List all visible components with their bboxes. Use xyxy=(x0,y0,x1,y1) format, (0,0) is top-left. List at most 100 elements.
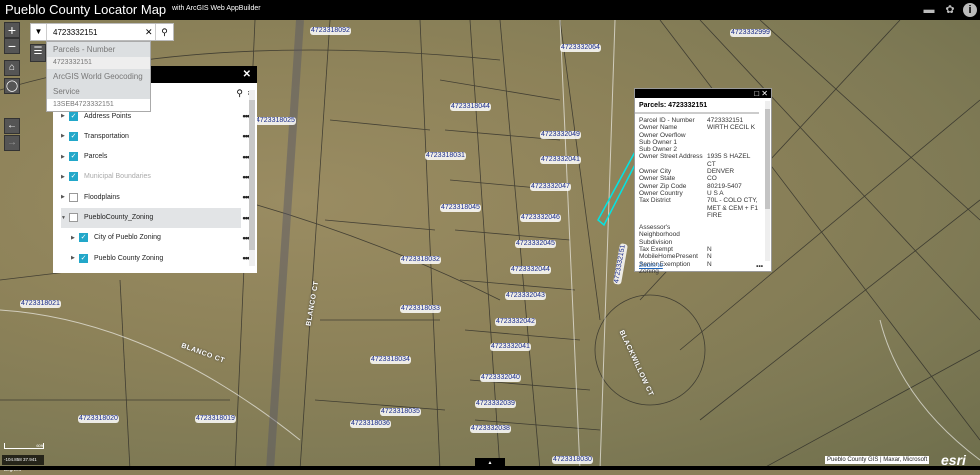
basemap-gallery-icon[interactable]: ✿ xyxy=(943,3,957,17)
field-name: Parcel ID - Number xyxy=(639,117,695,124)
zoom-to-link[interactable]: Zoom to xyxy=(639,262,663,269)
field-value: U S A xyxy=(707,189,724,197)
parcel-label: 4723318036 xyxy=(350,420,391,428)
layer-checkbox[interactable]: ✓ xyxy=(69,152,78,162)
popup-field: Tax Exempt N xyxy=(635,246,771,253)
layer-label: City of Pueblo Zoning xyxy=(94,234,161,242)
close-icon[interactable]: ✕ xyxy=(761,89,768,98)
field-value xyxy=(707,139,759,146)
popup-field: Owner City DENVER xyxy=(635,168,771,175)
field-name: Tax District xyxy=(639,197,671,205)
field-name: Owner Country xyxy=(639,189,683,197)
field-name: MobileHomePresent xyxy=(639,253,698,261)
field-name: Tax Exempt xyxy=(639,246,673,254)
layer-checkbox[interactable] xyxy=(69,192,78,202)
parcel-label: 4723332999 xyxy=(730,29,771,37)
caret-right-icon[interactable]: ▶ xyxy=(71,255,79,261)
suggestion-group-header: Service xyxy=(47,84,150,99)
scrollbar[interactable] xyxy=(765,101,770,261)
field-name: Sub Owner 2 xyxy=(639,146,677,154)
layer-label: Municipal Boundaries xyxy=(84,173,151,181)
caret-right-icon[interactable]: ▶ xyxy=(61,154,69,160)
field-name: Sub Owner 1 xyxy=(639,138,677,146)
app-header: Pueblo County Locator Map with ArcGIS We… xyxy=(0,0,980,20)
field-name: Assessor's Neighborhood xyxy=(639,224,680,239)
layer-label: Pueblo County Zoning xyxy=(94,254,164,262)
search-widget: ▼ ✕ ⚲ xyxy=(30,23,174,41)
search-suggestions: Parcels - Number 4723332151 ArcGIS World… xyxy=(46,41,151,112)
popup-field: MobileHomePresent N xyxy=(635,253,771,260)
locate-button[interactable]: ◯ xyxy=(4,78,20,94)
field-name: Owner Street Address xyxy=(639,153,703,161)
search-button[interactable]: ⚲ xyxy=(155,24,173,40)
parcel-label: 4723318020 xyxy=(78,415,119,423)
parcel-label: 4723332040 xyxy=(480,374,521,382)
zoom-out-button[interactable]: − xyxy=(4,38,20,54)
close-icon[interactable]: ✕ xyxy=(243,69,251,80)
home-button[interactable]: ⌂ xyxy=(4,60,20,76)
field-name: Owner Zip Code xyxy=(639,182,687,190)
layer-item[interactable]: ▶ ✓ City of Pueblo Zoning ••• xyxy=(61,228,250,248)
popup-field: Owner Street Address 1935 S HAZEL CT xyxy=(635,153,771,168)
layer-checkbox[interactable]: ✓ xyxy=(79,253,88,263)
parcel-label: 4723332064 xyxy=(560,44,601,52)
field-value xyxy=(707,268,759,275)
field-name: Zoning xyxy=(639,267,659,275)
scrollbar[interactable] xyxy=(249,90,255,266)
caret-right-icon[interactable]: ▶ xyxy=(71,235,79,241)
field-value: N xyxy=(707,246,712,254)
zoom-in-button[interactable]: + xyxy=(4,22,20,38)
layer-checkbox[interactable]: ✓ xyxy=(79,233,88,243)
field-value xyxy=(707,132,759,139)
more-icon[interactable]: ••• xyxy=(756,263,763,270)
coordinate-readout: -104.858 37.941 Degrees xyxy=(2,455,44,472)
caret-right-icon[interactable]: ▶ xyxy=(61,133,69,139)
field-name: Subdivision xyxy=(639,238,673,246)
field-value xyxy=(707,146,759,153)
layer-item[interactable]: ▶ ✓ Municipal Boundaries ••• xyxy=(61,167,250,187)
suggestion-item[interactable]: 13SEB4723332151 xyxy=(47,99,150,111)
layer-item[interactable]: ▶ Floodplains ••• xyxy=(61,187,250,207)
previous-extent-button[interactable]: ← xyxy=(4,118,20,134)
parcel-label: 4723318032 xyxy=(400,256,441,264)
field-value: CO xyxy=(707,175,717,183)
maximize-icon[interactable]: □ xyxy=(754,89,759,98)
caret-right-icon[interactable]: ▶ xyxy=(61,113,69,119)
field-value xyxy=(707,224,759,239)
popup-field: Zoning xyxy=(635,268,771,275)
layer-item[interactable]: ▶ ✓ Pueblo County Zoning ••• xyxy=(61,248,250,268)
layer-checkbox[interactable]: ✓ xyxy=(69,131,78,141)
next-extent-button[interactable]: → xyxy=(4,135,20,151)
parcel-label: 4723318031 xyxy=(425,152,466,160)
parcel-label: 4723318030 xyxy=(552,456,593,464)
layer-item[interactable]: ▶ ✓ Parcels ••• xyxy=(61,147,250,167)
parcel-label: 4723332041 xyxy=(540,156,581,164)
layer-checkbox[interactable] xyxy=(69,213,78,222)
layer-checkbox[interactable]: ✓ xyxy=(69,111,78,121)
caret-right-icon[interactable]: ▶ xyxy=(61,174,69,180)
layer-checkbox[interactable]: ✓ xyxy=(69,172,78,182)
clear-search-icon[interactable]: ✕ xyxy=(145,24,155,40)
search-input[interactable] xyxy=(47,24,145,40)
suggestion-group-header: ArcGIS World Geocoding xyxy=(47,69,150,84)
field-value: 70L - COLO CTY, MET & CEM + F1 FIRE xyxy=(707,197,758,219)
caret-right-icon[interactable]: ▶ xyxy=(61,194,69,200)
layer-label: Parcels xyxy=(84,153,108,161)
parcel-label: 4723318035 xyxy=(380,408,421,416)
info-icon[interactable]: i xyxy=(963,3,977,17)
layer-list-button[interactable]: ☰ xyxy=(30,44,46,62)
suggestion-item[interactable]: 4723332151 xyxy=(47,57,150,69)
measure-icon[interactable]: ▬ xyxy=(922,3,936,17)
search-source-dropdown[interactable]: ▼ xyxy=(31,24,47,40)
search-icon[interactable]: ⚲ xyxy=(236,88,243,99)
layer-item[interactable]: ▼ PuebloCounty_Zoning ••• xyxy=(61,207,250,228)
field-value: N xyxy=(707,260,712,268)
suggestion-group-header: Parcels - Number xyxy=(47,42,150,57)
parcel-label: 4723332045 xyxy=(515,240,556,248)
caret-down-icon[interactable]: ▼ xyxy=(61,215,69,221)
parcel-label: 4723318092 xyxy=(310,27,351,35)
layer-label: Transportation xyxy=(84,132,129,140)
layer-item[interactable]: ▶ ✓ Transportation ••• xyxy=(61,126,250,146)
parcel-label: 4723332042 xyxy=(495,318,536,326)
parcel-label: 4723318033 xyxy=(400,305,441,313)
